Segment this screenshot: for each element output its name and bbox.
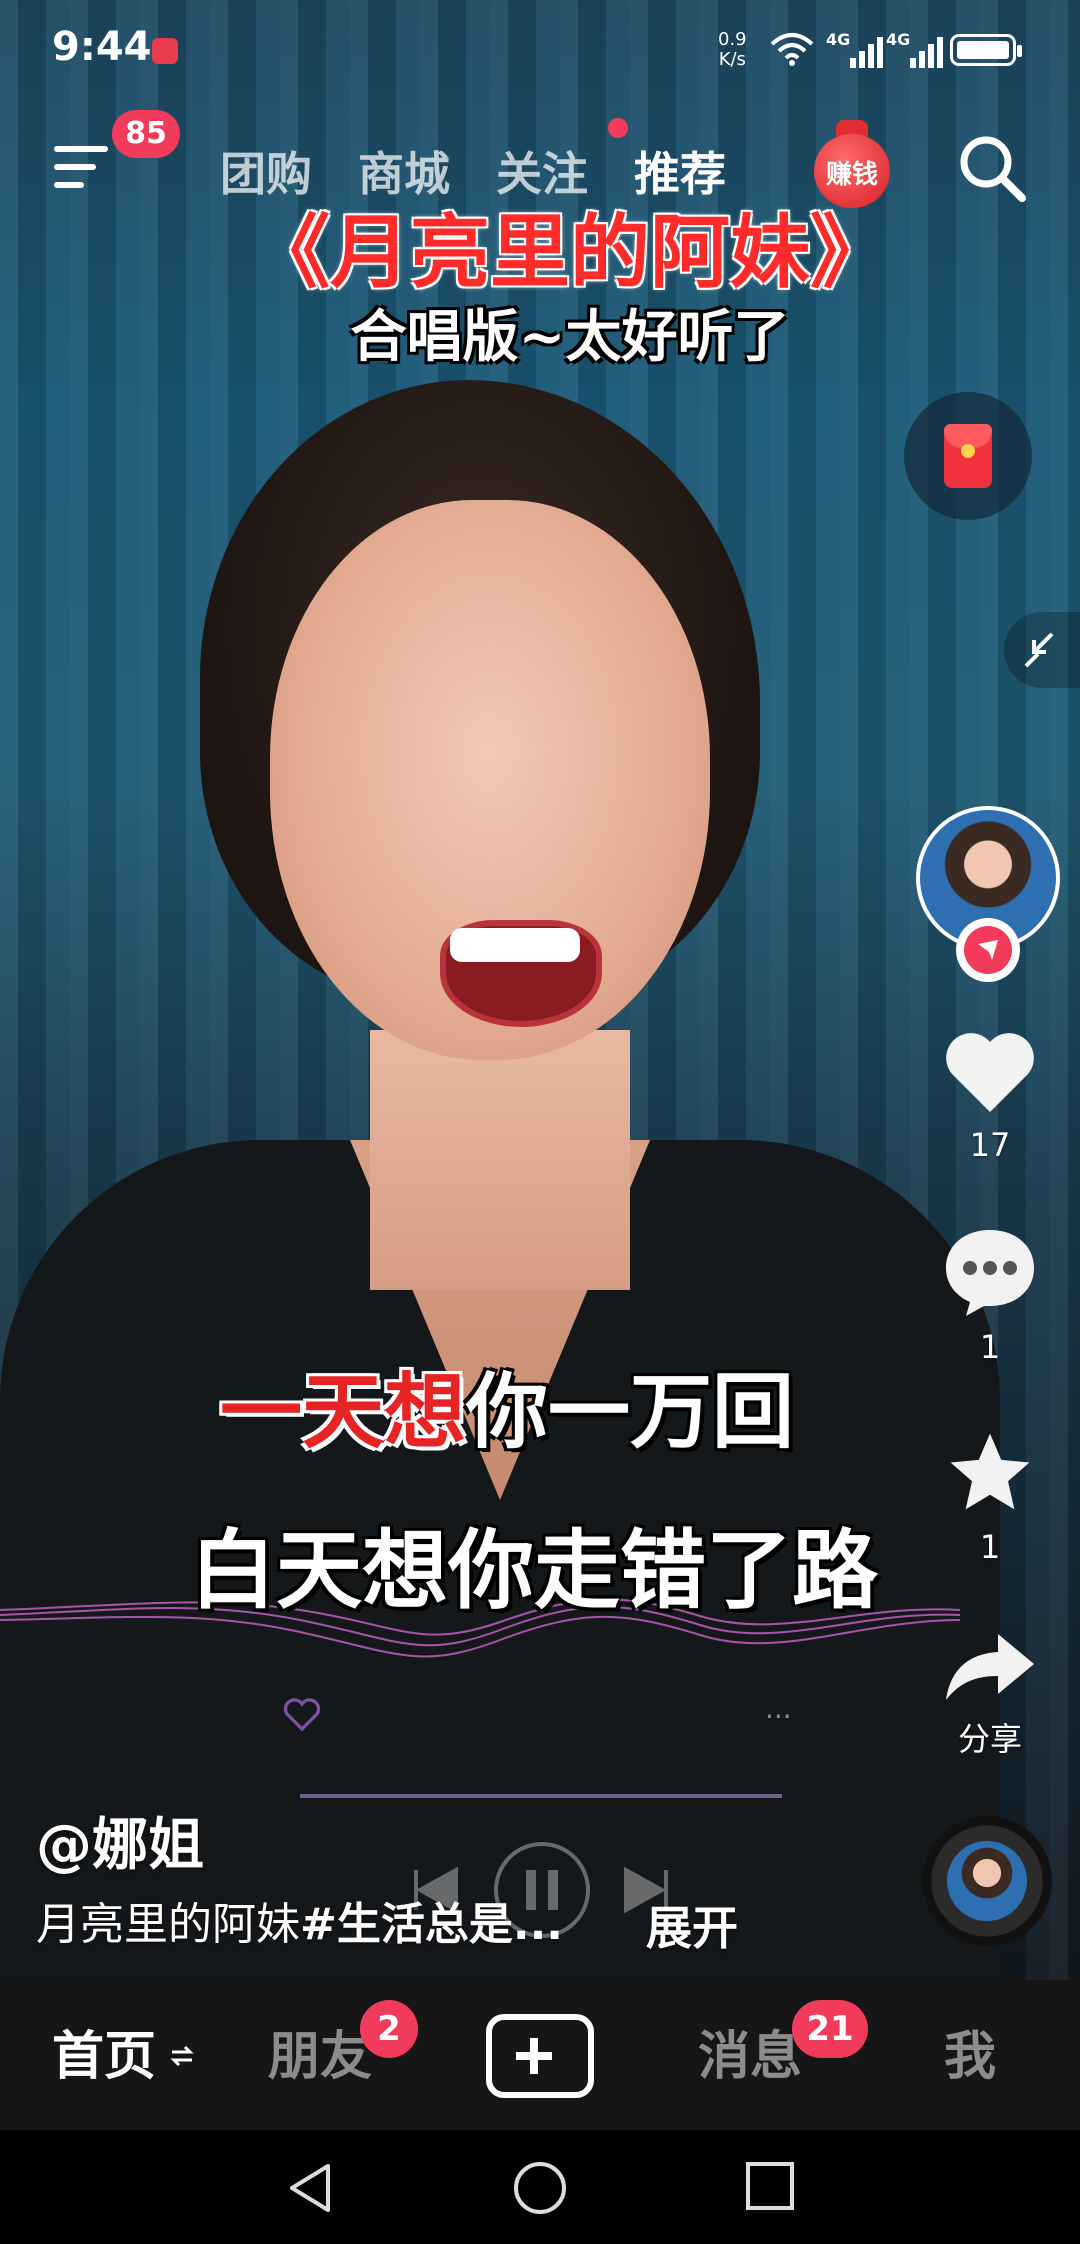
tab-friends[interactable]: 朋友 [268, 2014, 372, 2089]
recents-square-icon[interactable] [744, 2160, 796, 2212]
refresh-switch-icon [170, 2045, 194, 2067]
top-tabs: 团购 商城 关注 推荐 [220, 138, 726, 201]
comment-icon [946, 1230, 1034, 1316]
music-disc[interactable] [922, 1816, 1052, 1946]
menu-badge: 85 [112, 110, 180, 158]
lyric-rest: 你一万回 [466, 1364, 795, 1460]
expand-caption-button[interactable]: 展开 [646, 1892, 738, 1958]
tab-recommend[interactable]: 推荐 [634, 138, 726, 201]
lyric-highlight: 一天想 [220, 1364, 467, 1460]
heart-icon [946, 1033, 1034, 1112]
search-icon[interactable] [952, 128, 1032, 208]
comment-count: 1 [979, 1328, 1001, 1366]
player-heart-icon [283, 1698, 321, 1732]
signal-icon-1: 4G [826, 30, 886, 70]
earn-money-button[interactable]: 赚钱 [810, 118, 894, 212]
menu-button[interactable] [54, 140, 114, 196]
tab-group-buy[interactable]: 团购 [220, 138, 312, 201]
share-arrow-icon [946, 1634, 1034, 1700]
bottom-tab-bar: 首页 朋友 2 消息 21 我 [0, 1980, 1080, 2130]
collapse-arrows-icon [1024, 632, 1054, 668]
battery-icon [950, 34, 1022, 66]
tab-me[interactable]: 我 [944, 2014, 996, 2089]
status-time: 9:44 [52, 24, 152, 70]
back-icon[interactable] [284, 2160, 334, 2216]
notification-icon [152, 38, 178, 64]
follow-button[interactable] [956, 918, 1020, 982]
tab-messages[interactable]: 消息 [698, 2014, 802, 2089]
video-caption: 月亮里的阿妹#生活总是... [36, 1899, 564, 1950]
status-bar: 9:44 0.9 K/s 4G 4G [0, 0, 1080, 100]
red-packet-button[interactable] [904, 392, 1032, 520]
video-person [0, 380, 1000, 1980]
player-more-dots: ··· [765, 1700, 792, 1733]
wifi-icon [770, 33, 814, 66]
share-label: 分享 [957, 1720, 1022, 1758]
collapse-button[interactable] [1004, 612, 1080, 688]
favorite-button[interactable]: 1 [930, 1428, 1050, 1566]
hashtag-link[interactable]: #生活总是... [300, 1899, 563, 1950]
lyric-line-current: 一天想你一万回 [220, 1345, 794, 1464]
star-icon [950, 1433, 1030, 1510]
home-circle-icon[interactable] [512, 2160, 568, 2216]
messages-badge: 21 [792, 2000, 868, 2058]
like-count: 17 [969, 1126, 1011, 1164]
music-cover-image [947, 1841, 1027, 1921]
share-button[interactable]: 分享 [930, 1630, 1050, 1760]
video-subtitle-overlay: 合唱版~太好听了 [350, 304, 790, 370]
tab-mall[interactable]: 商城 [358, 138, 450, 201]
comment-button[interactable]: 1 [930, 1226, 1050, 1366]
favorite-count: 1 [979, 1528, 1001, 1566]
video-player[interactable]: 《月亮里的阿妹》 合唱版~太好听了 一天想你一万回 白天想你走错了路 ··· [0, 0, 1080, 1980]
player-progress-line [300, 1794, 782, 1798]
friends-badge: 2 [360, 2000, 418, 2058]
network-speed: 0.9 K/s [718, 29, 747, 70]
like-button[interactable]: 17 [930, 1024, 1050, 1164]
tab-following[interactable]: 关注 [496, 138, 588, 201]
create-post-button[interactable] [486, 2014, 594, 2098]
system-nav-bar [0, 2130, 1080, 2244]
following-dot [608, 118, 628, 138]
tab-home[interactable]: 首页 [52, 2014, 156, 2089]
signal-icon-2: 4G [886, 30, 946, 70]
author-name[interactable]: @娜姐 [36, 1800, 204, 1881]
follow-arrow-icon [978, 940, 998, 960]
lyric-line-next: 白天想你走错了路 [190, 1520, 878, 1621]
